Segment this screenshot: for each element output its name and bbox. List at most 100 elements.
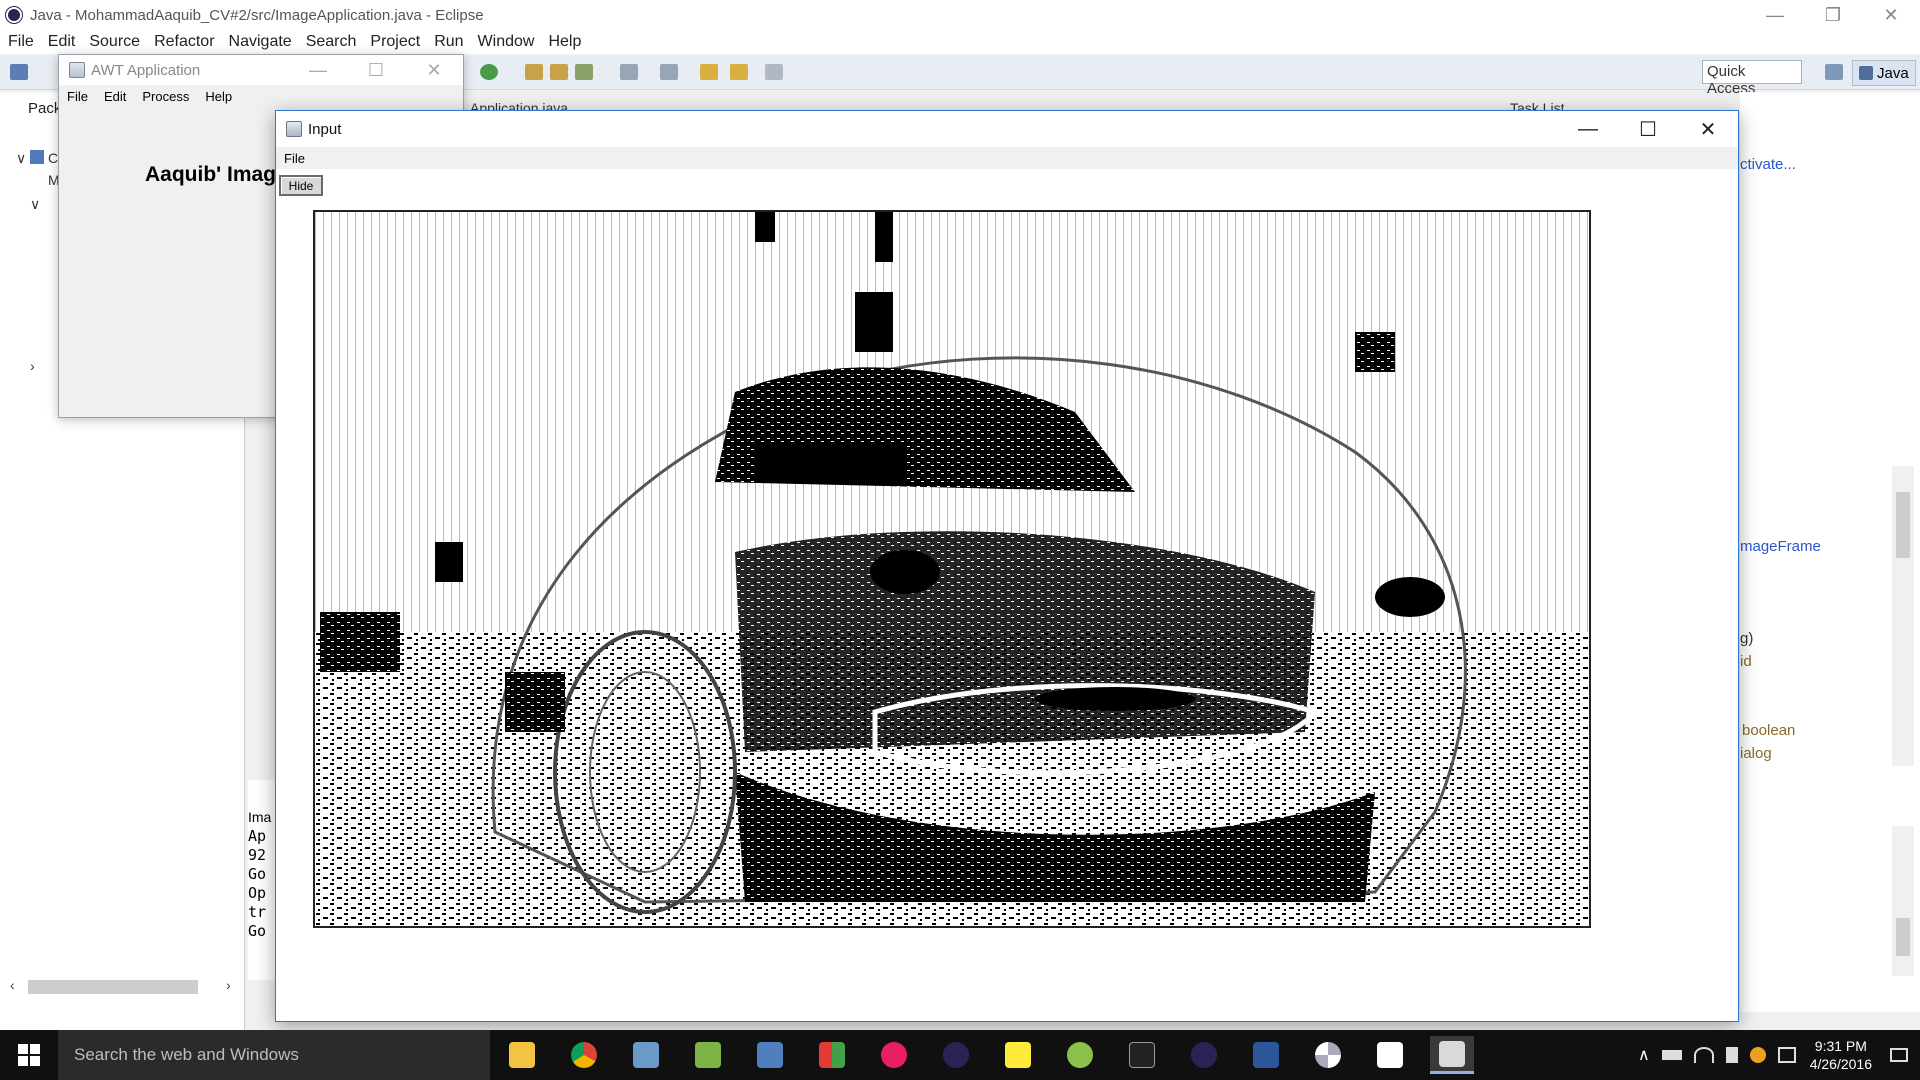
scroll-thumb[interactable] bbox=[1896, 918, 1910, 956]
close-icon[interactable]: ✕ bbox=[405, 55, 463, 85]
awt-title-bar[interactable]: AWT Application — ☐ ✕ bbox=[59, 55, 463, 85]
scroll-thumb[interactable] bbox=[1896, 492, 1910, 558]
outline-scrollbar[interactable] bbox=[1892, 466, 1914, 766]
taskbar-eclipse[interactable] bbox=[934, 1036, 978, 1074]
taskbar-sticky-notes[interactable] bbox=[996, 1036, 1040, 1074]
battery-icon[interactable] bbox=[1661, 1050, 1682, 1060]
annotation-icon[interactable] bbox=[620, 64, 638, 80]
taskbar-eclipse-2[interactable] bbox=[1182, 1036, 1226, 1074]
network-icon bbox=[757, 1042, 783, 1068]
minimize-icon[interactable]: — bbox=[1746, 0, 1804, 30]
java-app-icon bbox=[69, 62, 85, 78]
menu-window[interactable]: Window bbox=[478, 33, 535, 51]
taskbar-android[interactable] bbox=[1058, 1036, 1102, 1074]
notepad-icon bbox=[695, 1042, 721, 1068]
cube-icon bbox=[633, 1042, 659, 1068]
office-icon bbox=[819, 1042, 845, 1068]
taskbar-visual-studio[interactable] bbox=[624, 1036, 668, 1074]
notifications-icon[interactable] bbox=[1890, 1048, 1908, 1062]
problems-scrollbar[interactable] bbox=[1892, 826, 1914, 976]
clock-time: 9:31 PM bbox=[1814, 1038, 1867, 1054]
flickr-icon bbox=[881, 1042, 907, 1068]
outline-item[interactable]: id bbox=[1740, 653, 1752, 670]
outline-item[interactable]: mageFrame bbox=[1740, 538, 1821, 555]
app-tray-icon[interactable] bbox=[1749, 1047, 1766, 1063]
package-explorer-scrollbar[interactable]: ‹ › bbox=[6, 975, 238, 997]
menu-edit[interactable]: Edit bbox=[48, 33, 76, 51]
start-button[interactable] bbox=[0, 1030, 58, 1080]
taskbar-search-box[interactable]: Search the web and Windows bbox=[58, 1030, 490, 1080]
forward-icon[interactable] bbox=[765, 64, 783, 80]
awt-menu-help[interactable]: Help bbox=[205, 89, 232, 104]
menu-refactor[interactable]: Refactor bbox=[154, 33, 214, 51]
awt-menu-file[interactable]: File bbox=[67, 89, 88, 104]
close-icon[interactable]: ✕ bbox=[1862, 0, 1920, 30]
outline-item[interactable]: g) bbox=[1740, 630, 1753, 647]
menu-run[interactable]: Run bbox=[434, 33, 463, 51]
menu-project[interactable]: Project bbox=[370, 33, 420, 51]
chevron-up-icon[interactable]: ∧ bbox=[1638, 1045, 1650, 1065]
eclipse-title-bar: Java - MohammadAaquib_CV#2/src/ImageAppl… bbox=[0, 0, 1920, 30]
taskbar-flickr[interactable] bbox=[872, 1036, 916, 1074]
taskbar-java[interactable] bbox=[1430, 1036, 1474, 1074]
activate-link[interactable]: ctivate... bbox=[1740, 156, 1796, 173]
terminal-icon bbox=[1129, 1042, 1155, 1068]
menu-navigate[interactable]: Navigate bbox=[229, 33, 292, 51]
tree-expander-icon[interactable]: ∨ bbox=[16, 150, 26, 167]
menu-search[interactable]: Search bbox=[306, 33, 357, 51]
close-icon[interactable]: ✕ bbox=[1678, 111, 1738, 147]
taskbar-file-explorer[interactable] bbox=[500, 1036, 544, 1074]
taskbar-photos[interactable] bbox=[1368, 1036, 1412, 1074]
minimize-icon[interactable]: — bbox=[289, 55, 347, 85]
eclipse-icon bbox=[1191, 1042, 1217, 1068]
restore-icon[interactable]: ❐ bbox=[1804, 0, 1862, 30]
maximize-icon[interactable]: ☐ bbox=[1618, 111, 1678, 147]
java-perspective-button[interactable]: Java bbox=[1852, 60, 1916, 86]
car-edge-image bbox=[315, 212, 1589, 926]
minimize-icon[interactable]: — bbox=[1558, 111, 1618, 147]
menu-source[interactable]: Source bbox=[89, 33, 140, 51]
console-line: Go bbox=[248, 922, 267, 940]
taskbar-office[interactable] bbox=[810, 1036, 854, 1074]
scroll-left-icon[interactable]: ‹ bbox=[10, 977, 15, 993]
open-type-icon[interactable] bbox=[550, 64, 568, 80]
taskbar-word[interactable] bbox=[1244, 1036, 1288, 1074]
scroll-right-icon[interactable]: › bbox=[226, 977, 231, 993]
taskbar-notepad[interactable] bbox=[686, 1036, 730, 1074]
forward-back-icon[interactable] bbox=[730, 64, 748, 80]
taskbar-network-app[interactable] bbox=[748, 1036, 792, 1074]
taskbar-pinwheel[interactable] bbox=[1306, 1036, 1350, 1074]
outline-item[interactable]: boolean bbox=[1742, 722, 1795, 739]
run-icon[interactable] bbox=[480, 64, 498, 80]
outline-item[interactable]: ialog bbox=[1740, 745, 1772, 762]
awt-menu-edit[interactable]: Edit bbox=[104, 89, 126, 104]
new-icon[interactable] bbox=[10, 64, 28, 80]
photos-icon bbox=[1377, 1042, 1403, 1068]
console-line: Op bbox=[248, 884, 267, 902]
open-folder-icon[interactable] bbox=[525, 64, 543, 80]
tree-collapsed-icon[interactable]: › bbox=[30, 358, 35, 374]
annotation-next-icon[interactable] bbox=[660, 64, 678, 80]
awt-menu-process[interactable]: Process bbox=[142, 89, 189, 104]
tree-item-c[interactable]: C bbox=[48, 150, 58, 166]
scroll-thumb[interactable] bbox=[28, 980, 198, 994]
taskbar-cmd[interactable] bbox=[1120, 1036, 1164, 1074]
back-icon[interactable] bbox=[700, 64, 718, 80]
maximize-icon[interactable]: ☐ bbox=[347, 55, 405, 85]
clock[interactable]: 9:31 PM 4/26/2016 bbox=[1810, 1037, 1872, 1073]
menu-help[interactable]: Help bbox=[548, 33, 581, 51]
hide-button[interactable]: Hide bbox=[279, 175, 323, 196]
wifi-icon[interactable] bbox=[1693, 1047, 1714, 1063]
menu-file[interactable]: File bbox=[8, 33, 34, 51]
search-tool-icon[interactable] bbox=[575, 64, 593, 80]
eclipse-title: Java - MohammadAaquib_CV#2/src/ImageAppl… bbox=[30, 6, 484, 24]
input-menu-file[interactable]: File bbox=[284, 151, 305, 166]
taskbar-chrome[interactable] bbox=[562, 1036, 606, 1074]
keyboard-icon[interactable] bbox=[1777, 1047, 1796, 1063]
input-title-bar[interactable]: Input — ☐ ✕ bbox=[276, 111, 1738, 147]
eclipse-icon bbox=[943, 1042, 969, 1068]
open-perspective-icon[interactable] bbox=[1825, 64, 1843, 80]
volume-icon[interactable] bbox=[1725, 1047, 1738, 1063]
tree-expander-icon[interactable]: ∨ bbox=[30, 196, 40, 213]
quick-access-field[interactable]: Quick Access bbox=[1702, 60, 1802, 97]
